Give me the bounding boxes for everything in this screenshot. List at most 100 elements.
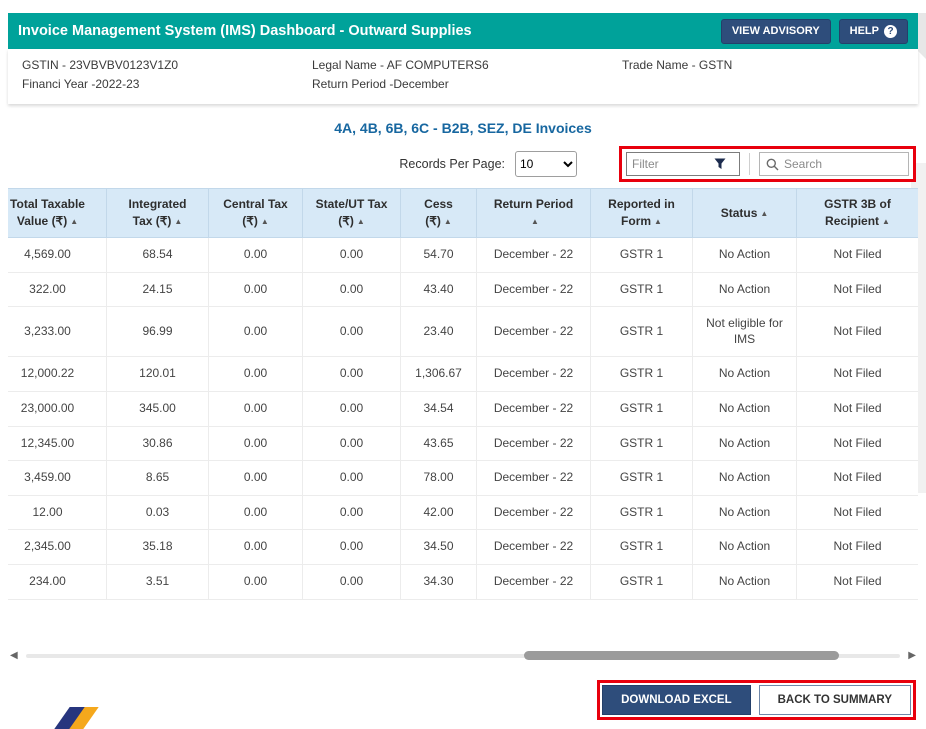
table-row: 3,233.0096.990.000.0023.40December - 22G… bbox=[8, 307, 918, 357]
table-cell: No Action bbox=[693, 564, 797, 599]
table-cell: GSTR 1 bbox=[591, 530, 693, 565]
page-header-bar: Invoice Management System (IMS) Dashboar… bbox=[8, 13, 918, 49]
gst-portal-logo bbox=[62, 707, 91, 729]
column-header-return-period[interactable]: Return Period▲ bbox=[477, 189, 591, 238]
table-row: 3,459.008.650.000.0078.00December - 22GS… bbox=[8, 461, 918, 496]
table-cell: GSTR 1 bbox=[591, 307, 693, 357]
annotation-footer-buttons-highlight: DOWNLOAD EXCEL BACK TO SUMMARY bbox=[597, 680, 916, 720]
table-cell: GSTR 1 bbox=[591, 391, 693, 426]
table-row: 234.003.510.000.0034.30December - 22GSTR… bbox=[8, 564, 918, 599]
column-header-text: State/UT Tax bbox=[307, 196, 396, 213]
table-cell: No Action bbox=[693, 272, 797, 307]
table-cell: 0.00 bbox=[209, 391, 303, 426]
sort-icon: ▲ bbox=[357, 217, 365, 226]
table-cell: 12.00 bbox=[8, 495, 107, 530]
footer-actions: DOWNLOAD EXCEL BACK TO SUMMARY bbox=[10, 680, 916, 720]
info-col-gstin: GSTIN - 23VBVBV0123V1Z0 Financi Year -20… bbox=[22, 56, 312, 94]
annotation-filter-search-highlight bbox=[619, 146, 916, 182]
column-header-status[interactable]: Status▲ bbox=[693, 189, 797, 238]
return-period-value: Return Period -December bbox=[312, 75, 622, 94]
table-cell: No Action bbox=[693, 495, 797, 530]
help-label: HELP bbox=[850, 25, 879, 37]
back-to-summary-button[interactable]: BACK TO SUMMARY bbox=[759, 685, 911, 715]
table-cell: Not Filed bbox=[797, 391, 919, 426]
table-cell: 3.51 bbox=[107, 564, 209, 599]
download-excel-button[interactable]: DOWNLOAD EXCEL bbox=[602, 685, 751, 715]
horizontal-scrollbar[interactable]: ◀ ▶ bbox=[10, 648, 916, 664]
table-cell: 0.00 bbox=[303, 461, 401, 496]
column-header-text: Reported in bbox=[595, 196, 688, 213]
table-cell: 12,000.22 bbox=[8, 357, 107, 392]
column-header-text: Tax (₹)▲ bbox=[111, 213, 204, 230]
column-header-taxable-value[interactable]: Total TaxableValue (₹)▲ bbox=[8, 189, 107, 238]
table-cell: 23,000.00 bbox=[8, 391, 107, 426]
table-cell: 0.00 bbox=[303, 357, 401, 392]
sort-icon: ▲ bbox=[531, 217, 539, 226]
column-header-gstr3b-recipient[interactable]: GSTR 3B ofRecipient▲ bbox=[797, 189, 919, 238]
table-cell: GSTR 1 bbox=[591, 564, 693, 599]
page-title: Invoice Management System (IMS) Dashboar… bbox=[18, 23, 472, 39]
filter-funnel-icon[interactable] bbox=[714, 158, 726, 170]
filter-search-divider bbox=[749, 153, 750, 175]
column-header-central-tax[interactable]: Central Tax(₹)▲ bbox=[209, 189, 303, 238]
table-cell: No Action bbox=[693, 391, 797, 426]
table-cell: 0.00 bbox=[303, 391, 401, 426]
table-header-row: Total TaxableValue (₹)▲IntegratedTax (₹)… bbox=[8, 189, 918, 238]
scroll-left-arrow-icon[interactable]: ◀ bbox=[10, 651, 18, 661]
scrollbar-thumb[interactable] bbox=[524, 651, 839, 660]
table-cell: 0.00 bbox=[303, 495, 401, 530]
sort-icon: ▲ bbox=[654, 217, 662, 226]
records-per-page-select[interactable]: 10 bbox=[515, 151, 577, 177]
column-header-reported-in-form[interactable]: Reported inForm▲ bbox=[591, 189, 693, 238]
table-cell: 345.00 bbox=[107, 391, 209, 426]
table-cell: 120.01 bbox=[107, 357, 209, 392]
table-cell: 3,233.00 bbox=[8, 307, 107, 357]
table-cell: Not eligible for IMS bbox=[693, 307, 797, 357]
column-header-text: (₹)▲ bbox=[213, 213, 298, 230]
help-button[interactable]: HELP ? bbox=[839, 19, 908, 44]
column-header-text: Recipient▲ bbox=[801, 213, 914, 230]
table-cell: 0.00 bbox=[209, 564, 303, 599]
table-cell: 0.00 bbox=[209, 495, 303, 530]
scroll-right-arrow-icon[interactable]: ▶ bbox=[908, 651, 916, 661]
search-input[interactable] bbox=[784, 157, 894, 171]
info-col-trade-name: Trade Name - GSTN bbox=[622, 56, 904, 94]
table-cell: 34.50 bbox=[401, 530, 477, 565]
column-header-integrated-tax[interactable]: IntegratedTax (₹)▲ bbox=[107, 189, 209, 238]
column-header-text: Status▲ bbox=[697, 205, 792, 222]
table-cell: No Action bbox=[693, 237, 797, 272]
table-cell: 322.00 bbox=[8, 272, 107, 307]
table-cell: Not Filed bbox=[797, 495, 919, 530]
table-cell: 24.15 bbox=[107, 272, 209, 307]
scrollbar-track[interactable] bbox=[26, 654, 901, 658]
table-cell: 1,306.67 bbox=[401, 357, 477, 392]
ims-dashboard-page: Invoice Management System (IMS) Dashboar… bbox=[0, 13, 926, 720]
column-header-cess[interactable]: Cess(₹)▲ bbox=[401, 189, 477, 238]
table-row: 2,345.0035.180.000.0034.50December - 22G… bbox=[8, 530, 918, 565]
view-advisory-button[interactable]: VIEW ADVISORY bbox=[721, 19, 831, 44]
table-cell: GSTR 1 bbox=[591, 272, 693, 307]
column-header-text: (₹)▲ bbox=[405, 213, 472, 230]
table-cell: Not Filed bbox=[797, 530, 919, 565]
table-cell: 0.00 bbox=[303, 307, 401, 357]
header-actions: VIEW ADVISORY HELP ? bbox=[721, 19, 908, 44]
gstin-value: GSTIN - 23VBVBV0123V1Z0 bbox=[22, 56, 312, 75]
table-cell: Not Filed bbox=[797, 461, 919, 496]
column-header-state-ut-tax[interactable]: State/UT Tax(₹)▲ bbox=[303, 189, 401, 238]
table-cell: 0.00 bbox=[209, 461, 303, 496]
table-cell: December - 22 bbox=[477, 530, 591, 565]
table-cell: 42.00 bbox=[401, 495, 477, 530]
search-icon bbox=[766, 158, 779, 171]
table-cell: 34.30 bbox=[401, 564, 477, 599]
table-cell: 54.70 bbox=[401, 237, 477, 272]
table-cell: December - 22 bbox=[477, 307, 591, 357]
column-header-text: Value (₹)▲ bbox=[8, 213, 102, 230]
filter-input[interactable] bbox=[632, 157, 714, 171]
table-cell: December - 22 bbox=[477, 564, 591, 599]
table-cell: GSTR 1 bbox=[591, 461, 693, 496]
table-cell: No Action bbox=[693, 530, 797, 565]
section-title: 4A, 4B, 6B, 6C - B2B, SEZ, DE Invoices bbox=[0, 120, 926, 136]
table-row: 4,569.0068.540.000.0054.70December - 22G… bbox=[8, 237, 918, 272]
table-cell: December - 22 bbox=[477, 237, 591, 272]
table-cell: December - 22 bbox=[477, 357, 591, 392]
